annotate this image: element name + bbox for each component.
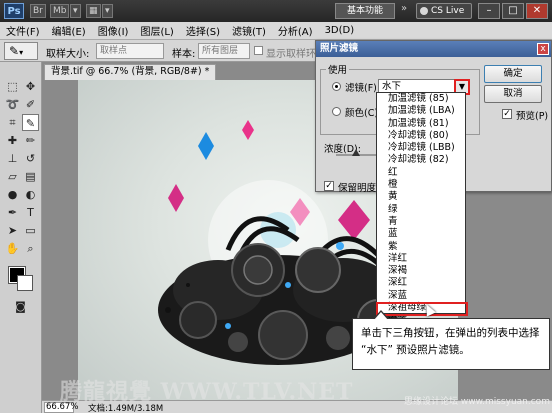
dropdown-item[interactable]: 紫	[377, 241, 465, 253]
title-bar: Ps Br Mb ▾ ▦ ▾ 基本功能 » CS Live – □ ✕	[0, 0, 552, 22]
sample-select[interactable]: 所有图层	[198, 43, 250, 59]
preserve-luminosity-checkbox[interactable]: ✓	[324, 181, 334, 191]
quick-select-tool-icon[interactable]: ✐	[22, 96, 39, 113]
screen-mode-icon[interactable]: ▾	[102, 4, 113, 18]
blur-tool-icon[interactable]: ●	[4, 186, 21, 203]
dropdown-item[interactable]: 深祖母绿	[377, 302, 465, 314]
filter-select-value: 水下	[382, 81, 402, 92]
menu-filter[interactable]: 滤镜(T)	[232, 23, 266, 38]
zoom-level-dropdown-icon[interactable]: ▾	[70, 4, 81, 18]
gradient-tool-icon[interactable]: ▤	[22, 168, 39, 185]
maximize-button[interactable]: □	[502, 3, 524, 19]
brush-tool-icon[interactable]: ✏	[22, 132, 39, 149]
pen-tool-icon[interactable]: ✒	[4, 204, 21, 221]
move-tool-icon[interactable]: ✥	[22, 78, 39, 95]
site-watermark: 思缘设计论坛 www.missyuan.com	[404, 397, 550, 407]
dropdown-item[interactable]: 黄	[377, 191, 465, 203]
ok-button[interactable]: 确定	[484, 65, 542, 83]
cs-live-button[interactable]: CS Live	[416, 3, 472, 19]
minibridge-icon[interactable]: Mb	[50, 4, 70, 18]
filter-label: 滤镜(F):	[345, 83, 381, 94]
workspace-more-icon[interactable]: »	[401, 3, 407, 14]
menu-file[interactable]: 文件(F)	[6, 23, 40, 38]
dropdown-item[interactable]: 冷却滤镜 (82)	[377, 154, 465, 166]
bridge-icon[interactable]: Br	[30, 4, 46, 18]
menu-edit[interactable]: 编辑(E)	[52, 23, 86, 38]
filter-dropdown-list: 加温滤镜 (85) 加温滤镜 (LBA) 加温滤镜 (81) 冷却滤镜 (80)…	[376, 92, 468, 339]
dropdown-item[interactable]: 深红	[377, 277, 465, 289]
preview-checkbox[interactable]: ✓	[502, 109, 512, 119]
menu-analysis[interactable]: 分析(A)	[278, 23, 313, 38]
type-tool-icon[interactable]: T	[22, 204, 39, 221]
quick-mask-icon[interactable]: ◙	[12, 298, 29, 315]
show-sampling-ring-checkbox[interactable]	[254, 46, 263, 55]
dropdown-item[interactable]: 青	[377, 216, 465, 228]
dropdown-item[interactable]: 深褐	[377, 265, 465, 277]
sample-size-label: 取样大小:	[46, 49, 90, 60]
tools-panel: ⬚ ✥ ➰ ✐ ⌗ ✎ ✚ ✏ ⊥ ↺ ▱ ▤ ● ◐ ✒ T ➤ ▭ ✋ ⌕ …	[0, 62, 42, 413]
menu-image[interactable]: 图像(I)	[98, 23, 129, 38]
photoshop-logo-icon: Ps	[4, 3, 24, 19]
filter-radio[interactable]	[332, 82, 341, 91]
dialog-close-button[interactable]: x	[537, 43, 549, 55]
dodge-tool-icon[interactable]: ◐	[22, 186, 39, 203]
healing-brush-tool-icon[interactable]: ✚	[4, 132, 21, 149]
eyedropper-icon: ✎	[9, 44, 20, 58]
menu-3d[interactable]: 3D(D)	[325, 25, 355, 36]
density-slider-knob[interactable]	[352, 149, 360, 156]
menu-select[interactable]: 选择(S)	[186, 23, 220, 38]
marquee-tool-icon[interactable]: ⬚	[4, 78, 21, 95]
dropdown-item[interactable]: 洋红	[377, 253, 465, 265]
color-radio[interactable]	[332, 107, 341, 116]
crop-tool-icon[interactable]: ⌗	[4, 114, 21, 131]
close-button[interactable]: ✕	[526, 3, 548, 19]
dropdown-item[interactable]: 加温滤镜 (85)	[377, 93, 465, 105]
watermark: 腾龍視覺 WWW.TLV.NET	[60, 379, 354, 405]
eraser-tool-icon[interactable]: ▱	[4, 168, 21, 185]
workspace-button[interactable]: 基本功能	[335, 3, 395, 19]
dropdown-item[interactable]: 蓝	[377, 228, 465, 240]
sample-label: 样本:	[172, 49, 196, 60]
dropdown-item[interactable]: 加温滤镜 (LBA)	[377, 105, 465, 117]
dropdown-item[interactable]: 绿	[377, 204, 465, 216]
menu-layer[interactable]: 图层(L)	[140, 23, 173, 38]
lasso-tool-icon[interactable]: ➰	[4, 96, 21, 113]
menu-bar: 文件(F) 编辑(E) 图像(I) 图层(L) 选择(S) 滤镜(T) 分析(A…	[0, 22, 552, 40]
sample-size-select[interactable]: 取样点	[96, 43, 164, 59]
dropdown-item[interactable]: 深蓝	[377, 290, 465, 302]
arrange-documents-icon[interactable]: ▦	[86, 4, 101, 18]
eyedropper-tool-icon[interactable]: ✎	[22, 114, 39, 131]
instruction-callout: 单击下三角按钮，在弹出的列表中选择 “水下” 预设照片滤镜。	[352, 310, 550, 370]
document-tab[interactable]: 背景.tif @ 66.7% (背景, RGB/8#) *	[44, 64, 217, 80]
window-controls: – □ ✕	[478, 3, 548, 19]
path-selection-tool-icon[interactable]: ➤	[4, 222, 21, 239]
tool-preset-picker[interactable]: ✎▾	[4, 42, 38, 60]
dialog-title: 照片滤镜	[316, 41, 551, 57]
preview-label: 预览(P)	[516, 111, 549, 122]
clone-stamp-tool-icon[interactable]: ⊥	[4, 150, 21, 167]
show-sampling-ring-label: 显示取样环	[266, 49, 316, 60]
cancel-button[interactable]: 取消	[484, 85, 542, 103]
history-brush-tool-icon[interactable]: ↺	[22, 150, 39, 167]
hand-tool-icon[interactable]: ✋	[4, 240, 21, 257]
dropdown-item[interactable]: 冷却滤镜 (80)	[377, 130, 465, 142]
dropdown-item[interactable]: 冷却滤镜 (LBB)	[377, 142, 465, 154]
dropdown-item[interactable]: 加温滤镜 (81)	[377, 118, 465, 130]
use-group-label: 使用	[326, 62, 350, 76]
shape-tool-icon[interactable]: ▭	[22, 222, 39, 239]
background-color-swatch[interactable]	[17, 275, 33, 291]
minimize-button[interactable]: –	[478, 3, 500, 19]
dropdown-item[interactable]: 红	[377, 167, 465, 179]
zoom-tool-icon[interactable]: ⌕	[22, 240, 39, 257]
dropdown-item[interactable]: 橙	[377, 179, 465, 191]
